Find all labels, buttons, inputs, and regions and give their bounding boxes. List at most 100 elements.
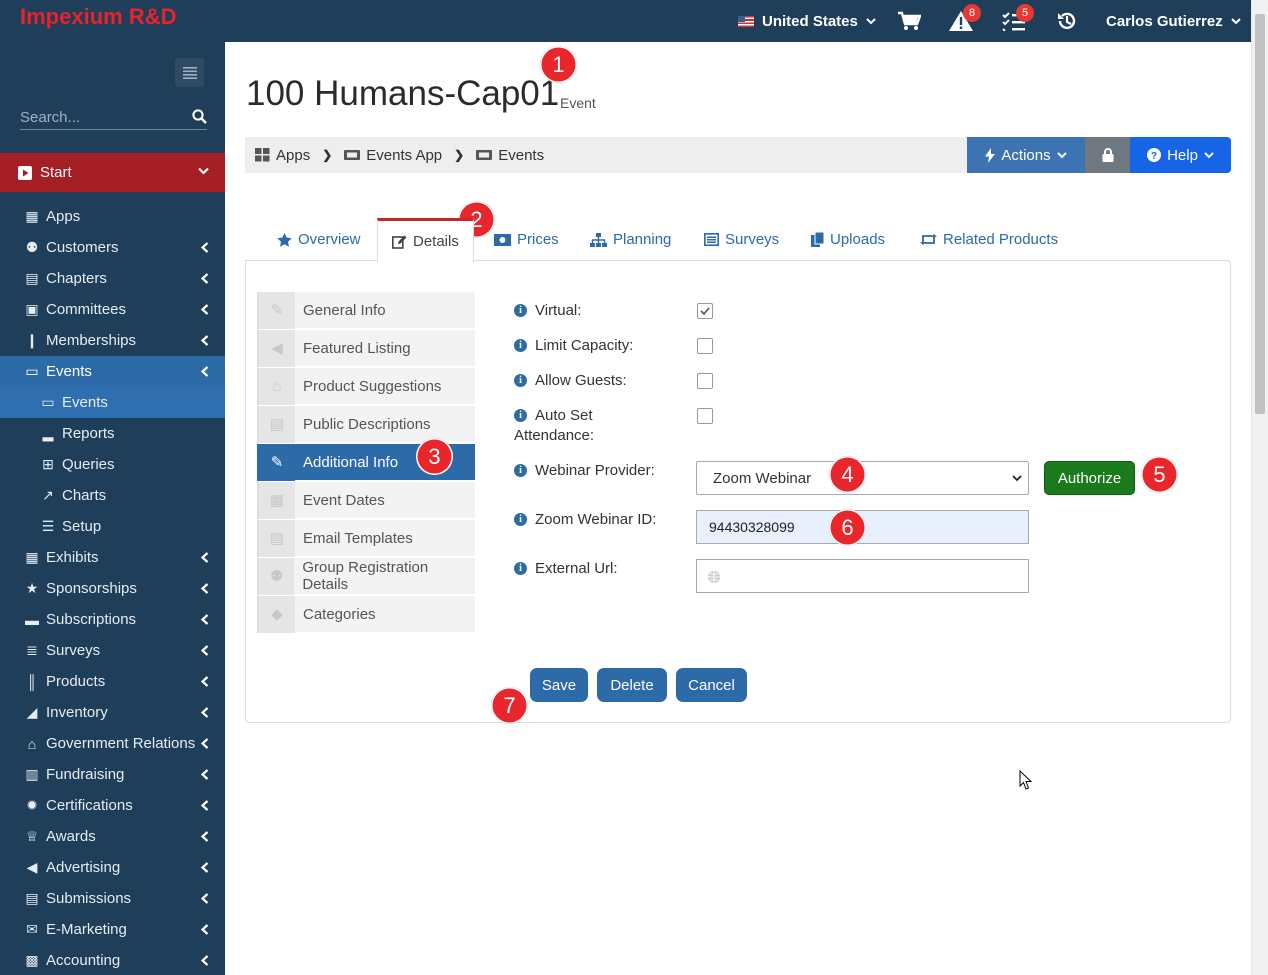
subnav-general-info[interactable]: ✎ General Info (257, 291, 475, 329)
scrollbar-thumb[interactable] (1255, 14, 1265, 414)
page-scrollbar[interactable] (1251, 0, 1268, 975)
sidebar-item-chapters[interactable]: ▤ Chapters (0, 263, 225, 294)
sidebar-item-e-marketing[interactable]: ✉ E-Marketing (0, 914, 225, 945)
sidebar-item-submissions[interactable]: ▤ Submissions (0, 883, 225, 914)
sidebar-item-awards[interactable]: ♕ Awards (0, 821, 225, 852)
sidebar-item-customers[interactable]: ⚉ Customers (0, 232, 225, 263)
sidebar-item-sponsorships[interactable]: ★ Sponsorships (0, 573, 225, 604)
tab-overview[interactable]: Overview (277, 218, 361, 261)
sidebar-item-label: Setup (62, 518, 102, 535)
cart-icon[interactable] (897, 0, 921, 42)
cancel-button[interactable]: Cancel (676, 668, 747, 702)
sidebar-item-label: Subscriptions (46, 611, 137, 628)
institution-icon: ⌂ (27, 735, 37, 752)
sidebar-item-apps[interactable]: ▦ Apps (0, 201, 225, 232)
sidebar-item-products[interactable]: ║ Products (0, 666, 225, 697)
auto-attendance-label: Auto Set (535, 407, 593, 424)
authorize-button[interactable]: Authorize (1044, 461, 1135, 495)
tab-related-products[interactable]: Related Products (920, 218, 1058, 261)
sidebar-item-reports-sub[interactable]: ▂ Reports (0, 418, 225, 449)
grid-icon: ▦ (25, 549, 39, 565)
sidebar-item-events[interactable]: ▭ Events (0, 356, 225, 387)
callout-badge-5: 5 (1141, 456, 1178, 493)
limit-capacity-checkbox[interactable] (697, 338, 713, 354)
external-url-input[interactable] (696, 559, 1029, 593)
info-icon[interactable]: i (514, 304, 527, 317)
info-icon[interactable]: i (514, 464, 527, 477)
pencil-icon: ✎ (257, 443, 295, 481)
tab-planning-label: Planning (613, 231, 672, 248)
grid-icon (255, 148, 270, 162)
allow-guests-label-row: i Allow Guests: (514, 371, 627, 391)
sidebar-item-government-relations[interactable]: ⌂ Government Relations (0, 728, 225, 759)
country-label: United States (762, 12, 858, 30)
info-icon[interactable]: i (514, 562, 527, 575)
info-icon[interactable]: i (514, 374, 527, 387)
sidebar-item-fundraising[interactable]: ▥ Fundraising (0, 759, 225, 790)
list-icon: ☰ (41, 518, 55, 534)
sidebar: Start ▦ Apps ⚉ Customers ▤ Chapters ▣ Committee… (0, 42, 225, 975)
auto-attendance-checkbox[interactable] (697, 408, 713, 424)
info-icon[interactable]: i (514, 339, 527, 352)
info-icon[interactable]: i (514, 409, 527, 422)
lock-button[interactable] (1085, 137, 1130, 173)
history-icon[interactable] (1056, 0, 1078, 42)
subnav-email-templates[interactable]: ▤ Email Templates (257, 519, 475, 557)
breadcrumb-apps[interactable]: Apps (276, 147, 310, 164)
tab-prices[interactable]: Prices (494, 218, 559, 261)
tab-surveys[interactable]: Surveys (704, 218, 779, 261)
table-icon: ⊞ (42, 456, 54, 472)
subnav-featured-listing[interactable]: ◀ Featured Listing (257, 329, 475, 367)
allow-guests-checkbox[interactable] (697, 373, 713, 389)
sidebar-item-surveys[interactable]: ≣ Surveys (0, 635, 225, 666)
start-menu[interactable]: Start (0, 153, 225, 192)
trophy-icon: ♕ (25, 828, 39, 844)
chevron-left-icon (201, 738, 209, 749)
sidebar-item-memberships[interactable]: ❙ Memberships (0, 325, 225, 356)
sidebar-item-accounting[interactable]: ▩ Accounting (0, 945, 225, 975)
subnav-categories[interactable]: ◆ Categories (257, 595, 475, 633)
sidebar-item-charts-sub[interactable]: ↗ Charts (0, 480, 225, 511)
search-icon[interactable] (192, 109, 207, 124)
virtual-checkbox[interactable] (697, 303, 713, 319)
sidebar-item-inventory[interactable]: ◢ Inventory (0, 697, 225, 728)
subnav-product-suggestions[interactable]: ⌂ Product Suggestions (257, 367, 475, 405)
subnav-group-registration-details[interactable]: ⚉ Group Registration Details (257, 557, 475, 595)
menu-toggle-button[interactable] (175, 58, 204, 87)
chevron-left-icon (201, 614, 209, 625)
tab-planning[interactable]: Planning (590, 218, 671, 261)
sidebar-item-queries-sub[interactable]: ⊞ Queries (0, 449, 225, 480)
save-button[interactable]: Save (530, 668, 588, 702)
tab-details[interactable]: Details (377, 218, 474, 262)
actions-label: Actions (1001, 146, 1051, 164)
breadcrumb-events[interactable]: Events (498, 147, 544, 164)
alerts-button[interactable]: 8 (948, 0, 981, 42)
inbox-icon: ▬ (25, 611, 39, 628)
sidebar-item-committees[interactable]: ▣ Committees (0, 294, 225, 325)
auto-attendance-label-row: i Auto Set Attendance: (514, 406, 594, 446)
search-input[interactable] (20, 106, 180, 128)
sidebar-item-exhibits[interactable]: ▦ Exhibits (0, 542, 225, 573)
sidebar-item-setup-sub[interactable]: ☰ Setup (0, 511, 225, 542)
subnav-event-dates[interactable]: ▦ Event Dates (257, 481, 475, 519)
sidebar-item-certifications[interactable]: ✹ Certifications (0, 790, 225, 821)
user-menu[interactable]: Carlos Gutierrez (1106, 0, 1241, 42)
tab-uploads[interactable]: Uploads (811, 218, 885, 261)
sidebar-item-advertising[interactable]: ◀ Advertising (0, 852, 225, 883)
tasks-button[interactable]: 5 (1002, 0, 1034, 42)
tab-bar: Overview Details Prices Planning Surveys… (245, 218, 1231, 262)
breadcrumb-events-app[interactable]: Events App (366, 147, 442, 164)
brand-logo[interactable]: Impexium R&D (20, 4, 176, 30)
actions-button[interactable]: Actions (967, 137, 1085, 173)
breadcrumb: Apps ❯ Events App ❯ Events (245, 137, 967, 173)
chevron-left-icon (201, 273, 209, 284)
subnav-public-descriptions[interactable]: ▤ Public Descriptions (257, 405, 475, 443)
sidebar-item-subscriptions[interactable]: ▬ Subscriptions (0, 604, 225, 635)
country-selector[interactable]: United States (738, 0, 876, 42)
delete-button[interactable]: Delete (597, 668, 667, 702)
info-icon[interactable]: i (514, 513, 527, 526)
sidebar-item-events-sub[interactable]: ▭ Events (0, 387, 225, 418)
hamburger-icon (182, 66, 197, 79)
help-button[interactable]: ? Help (1130, 137, 1231, 173)
sidebar-item-label: Apps (46, 208, 81, 225)
